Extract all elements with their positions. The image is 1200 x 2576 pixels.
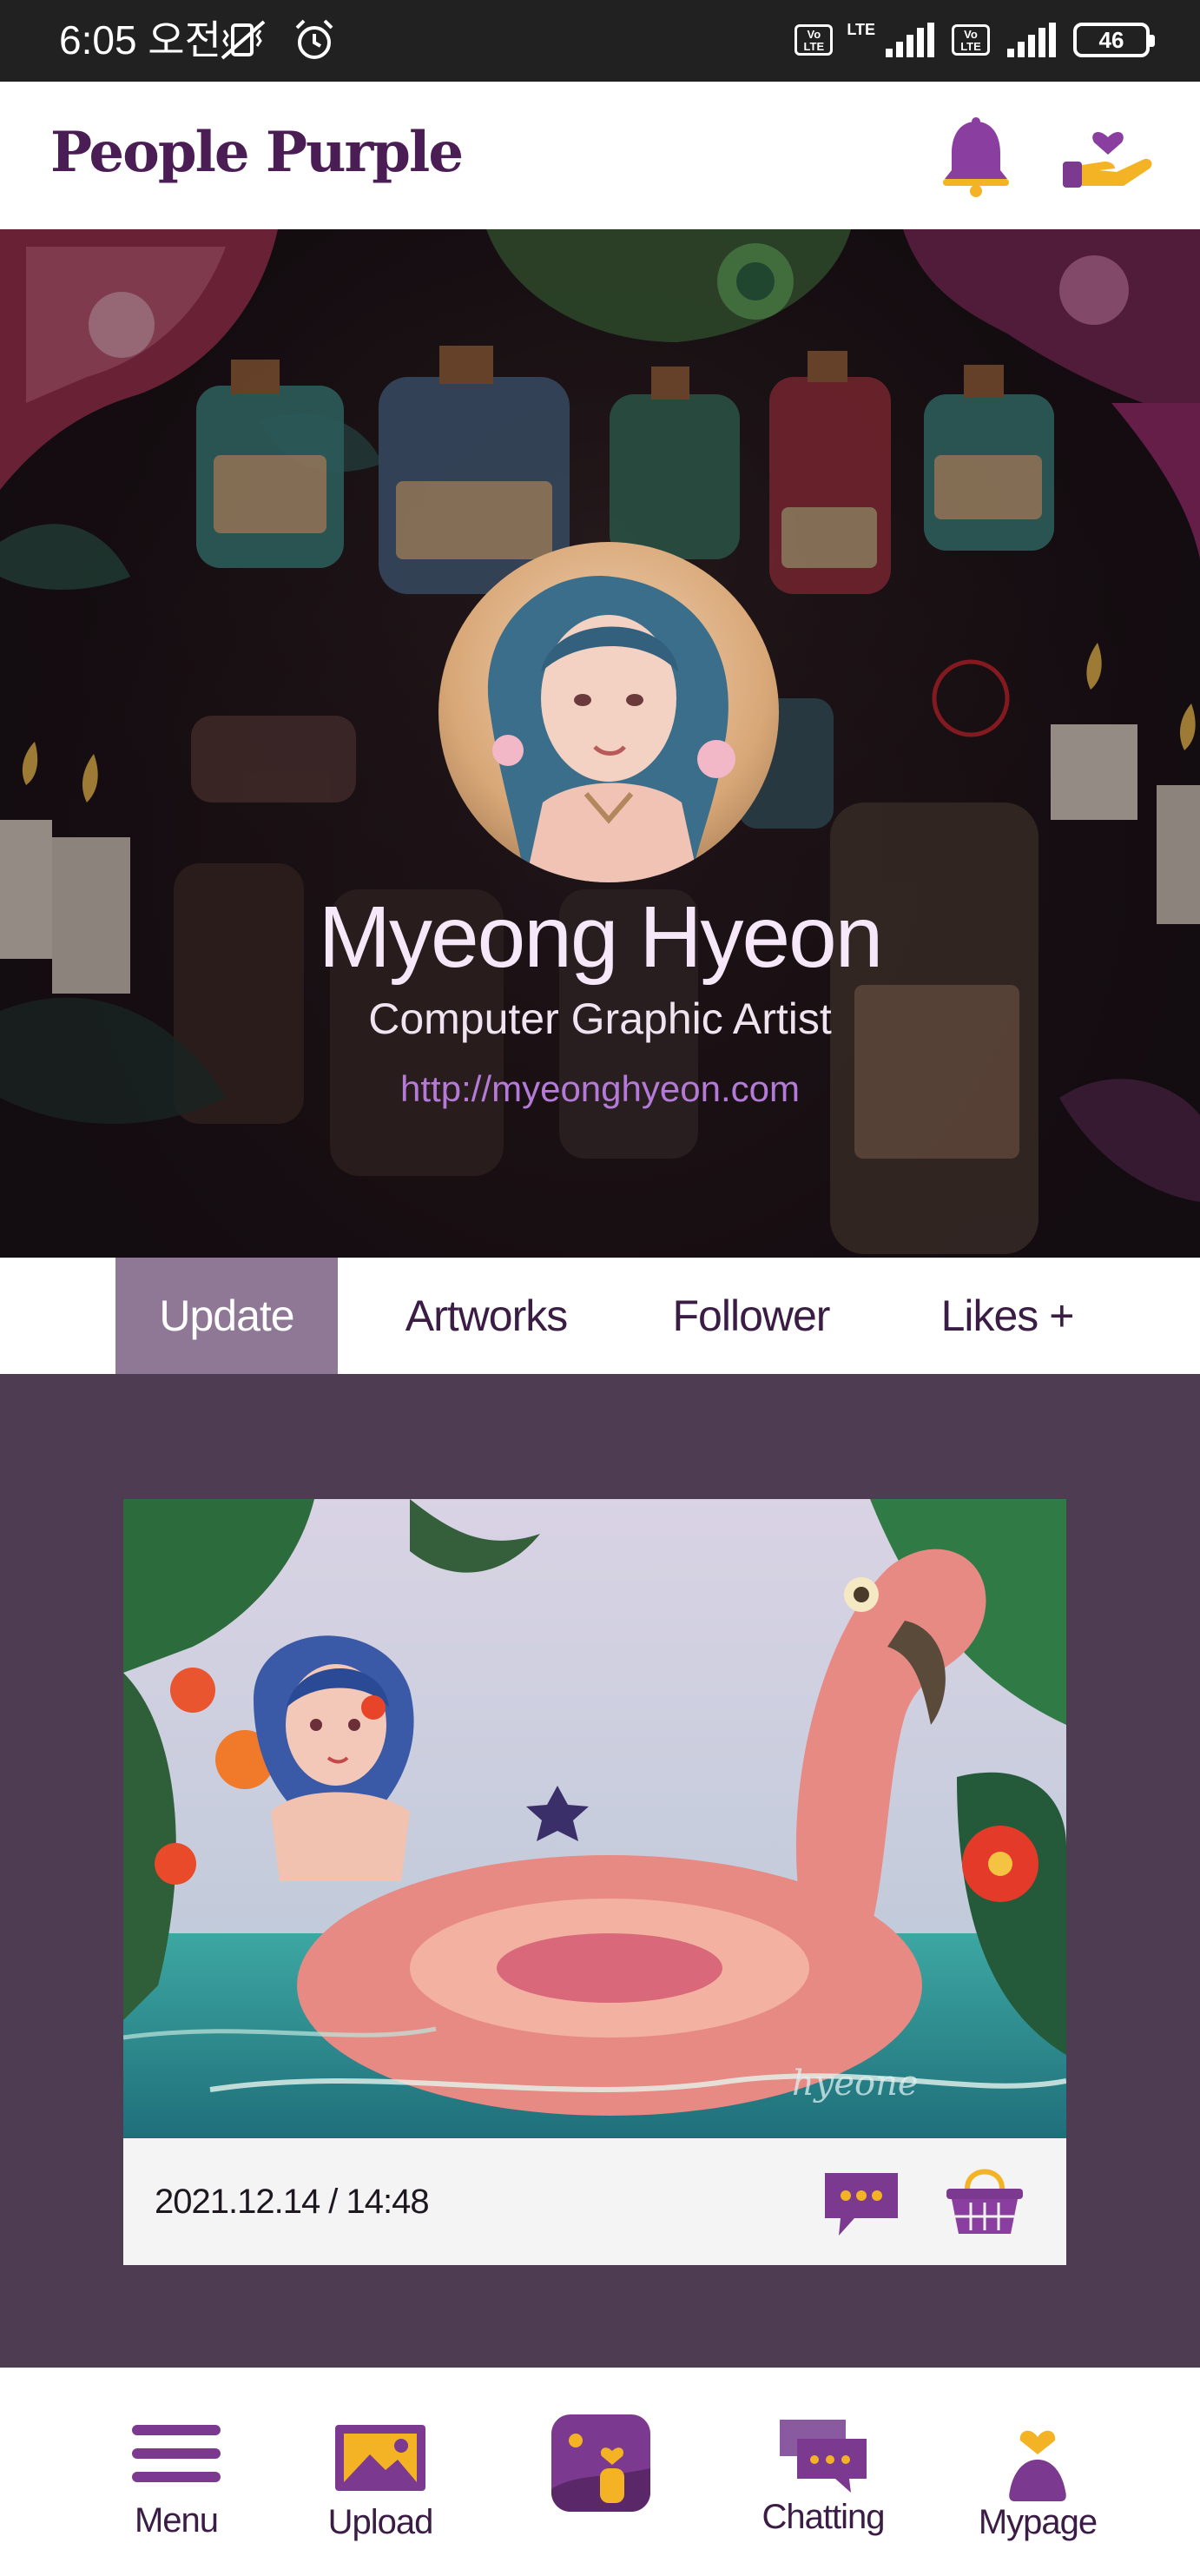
update-post-card: hyeone 2021.12.14 / 14:48 <box>123 1499 1066 2265</box>
nav-chatting[interactable]: Chatting <box>755 2368 891 2576</box>
volte-icon: Vo LTE <box>795 24 834 56</box>
app-header: People Purple <box>0 82 1200 229</box>
nav-mypage[interactable]: Mypage <box>973 2368 1103 2576</box>
app-logo[interactable]: People Purple <box>50 120 464 185</box>
person-heart-icon <box>1009 2430 1066 2501</box>
hamburger-icon <box>132 2425 221 2482</box>
image-upload-icon <box>335 2425 425 2491</box>
signal-icon <box>886 23 934 57</box>
volte-icon-2: Vo LTE <box>952 24 990 56</box>
alarm-icon <box>295 19 333 59</box>
lte-label: LTE <box>847 20 875 38</box>
profile-name: Myeong Hyeon <box>318 888 884 986</box>
profile-tabs: Update Artworks Follower Likes + <box>0 1258 1200 1374</box>
nav-gallery-home[interactable] <box>545 2368 656 2576</box>
vibrate-off-icon <box>221 20 266 60</box>
avatar-portrait <box>487 576 735 882</box>
profile-avatar[interactable] <box>438 542 779 882</box>
donate-hand-heart-icon[interactable] <box>1059 111 1157 195</box>
profile-role: Computer Graphic Artist <box>368 994 832 1043</box>
battery-icon: 46 <box>1073 23 1155 57</box>
nav-upload[interactable]: Upload <box>320 2368 441 2576</box>
tab-follower[interactable]: Follower <box>638 1258 864 1374</box>
status-left-icons <box>217 16 337 64</box>
nav-menu[interactable]: Menu <box>113 2368 240 2576</box>
profile-website-link[interactable]: http://myeonghyeon.com <box>0 1068 1200 1110</box>
post-artwork-image[interactable]: hyeone <box>123 1499 1066 2138</box>
post-footer: 2021.12.14 / 14:48 <box>123 2138 1066 2265</box>
chat-bubbles-icon <box>780 2420 867 2493</box>
status-right-icons: Vo LTE LTE Vo LTE 46 <box>795 16 1155 64</box>
profile-hero-banner: Myeong Hyeon Computer Graphic Artist htt… <box>0 229 1200 1258</box>
post-date: 2021.12.14 / 14:48 <box>155 2183 430 2221</box>
artist-signature: hyeone <box>792 2064 919 2104</box>
post-artwork <box>123 1499 1066 2138</box>
nav-upload-label: Upload <box>327 2503 434 2541</box>
bottom-navigation: Menu Upload Chatting Mypage <box>0 2368 1200 2576</box>
gallery-person-icon <box>551 2414 650 2512</box>
signal-icon-2 <box>1007 23 1056 57</box>
nav-mypage-label: Mypage <box>978 2503 1098 2541</box>
nav-menu-label: Menu <box>134 2501 219 2540</box>
status-bar: 6:05 오전 Vo LTE LTE Vo LTE 46 <box>0 0 1200 82</box>
comment-icon[interactable] <box>820 2168 903 2241</box>
tab-artworks[interactable]: Artworks <box>373 1258 599 1374</box>
basket-icon[interactable] <box>943 2156 1026 2239</box>
notification-bell-icon[interactable] <box>940 115 1012 198</box>
status-time: 6:05 오전 <box>59 17 221 63</box>
tab-likes[interactable]: Likes + <box>903 1258 1111 1374</box>
nav-chatting-label: Chatting <box>762 2498 886 2536</box>
tab-update[interactable]: Update <box>115 1258 338 1374</box>
